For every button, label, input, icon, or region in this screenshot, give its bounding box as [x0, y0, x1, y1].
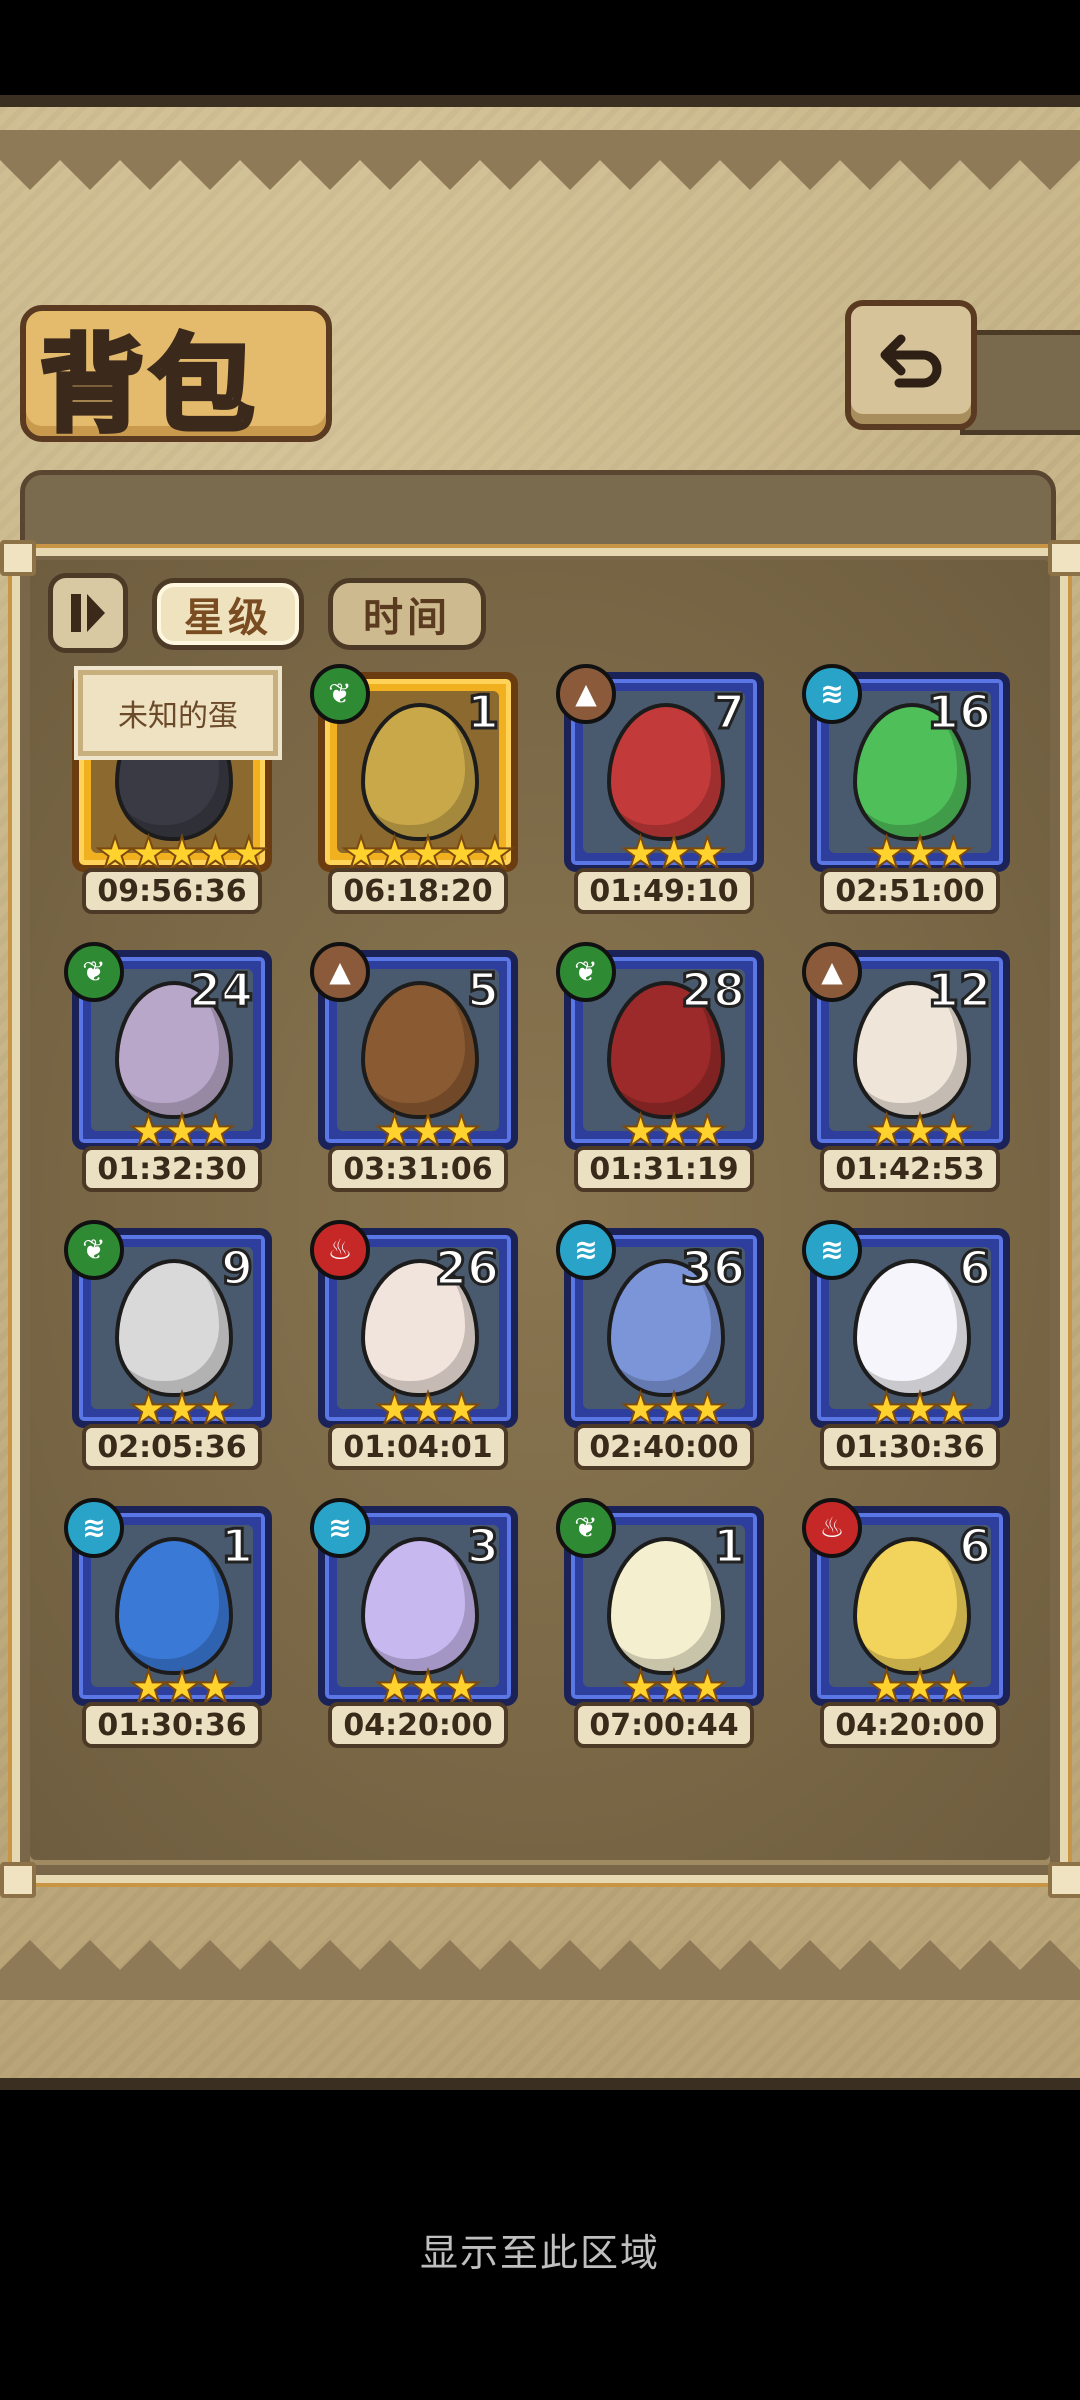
earth-glyph-icon: ▲	[575, 677, 597, 710]
grass-glyph-icon: ❦	[328, 677, 352, 710]
region-caption: 显示至此区域	[419, 2231, 660, 2275]
egg-slot[interactable]: 26 ★★★ ♨ 01:04:01	[310, 1220, 518, 1478]
egg-count: 7	[711, 684, 746, 741]
egg-count: 9	[219, 1240, 254, 1297]
water-element-icon: ≋	[802, 664, 862, 724]
egg-slot[interactable]: 28 ★★★ ❦ 01:31:19	[556, 942, 764, 1200]
hatch-timer: 04:20:00	[328, 1702, 508, 1748]
panel-header	[20, 470, 1056, 560]
water-element-icon: ≋	[802, 1220, 862, 1280]
panel-corner	[1048, 1862, 1080, 1898]
egg-slot[interactable]: 24 ★★★ ❦ 01:32:30	[64, 942, 272, 1200]
earth-element-icon: ▲	[556, 664, 616, 724]
egg-count: 16	[925, 684, 992, 741]
egg-slot[interactable]: 36 ★★★ ≋ 02:40:00	[556, 1220, 764, 1478]
fire-element-icon: ♨	[802, 1498, 862, 1558]
egg-count: 28	[679, 962, 746, 1019]
egg-slot[interactable]: 9 ★★★ ❦ 02:05:36	[64, 1220, 272, 1478]
hatch-timer: 03:31:06	[328, 1146, 508, 1192]
egg-count: 6	[957, 1518, 992, 1575]
grass-glyph-icon: ❦	[82, 955, 106, 988]
egg-slot[interactable]: 6 ★★★ ≋ 01:30:36	[802, 1220, 1010, 1478]
hatch-timer: 01:31:19	[574, 1146, 754, 1192]
panel-corner	[1048, 540, 1080, 576]
water-element-icon: ≋	[64, 1498, 124, 1558]
hatch-timer: 01:32:30	[82, 1146, 262, 1192]
fire-glyph-icon: ♨	[327, 1233, 353, 1266]
egg-count: 1	[219, 1518, 254, 1575]
water-glyph-icon: ≋	[820, 677, 844, 710]
egg-slot[interactable]: 1 ★★★ ≋ 01:30:36	[64, 1498, 272, 1756]
grass-element-icon: ❦	[556, 1498, 616, 1558]
pause-button[interactable]	[48, 573, 128, 653]
water-element-icon: ≋	[310, 1498, 370, 1558]
grass-glyph-icon: ❦	[82, 1233, 106, 1266]
egg-slot[interactable]: 1 ★★★ ❦ 07:00:44	[556, 1498, 764, 1756]
panel-corner	[0, 1862, 36, 1898]
page-title: 背包	[37, 321, 261, 449]
panel-corner	[0, 540, 36, 576]
egg-count: 6	[957, 1240, 992, 1297]
status-bar-area	[0, 0, 1080, 95]
earth-element-icon: ▲	[310, 942, 370, 1002]
water-element-icon: ≋	[556, 1220, 616, 1280]
egg-slot[interactable]: 7 ★★★ ▲ 01:49:10	[556, 664, 764, 922]
header-bar	[960, 330, 1080, 435]
water-glyph-icon: ≋	[820, 1233, 844, 1266]
fire-element-icon: ♨	[310, 1220, 370, 1280]
hatch-timer: 02:40:00	[574, 1424, 754, 1470]
hatch-timer: 01:30:36	[82, 1702, 262, 1748]
hatch-timer: 06:18:20	[328, 868, 508, 914]
earth-element-icon: ▲	[802, 942, 862, 1002]
torn-edge-bottom	[0, 1940, 1080, 2000]
water-glyph-icon: ≋	[574, 1233, 598, 1266]
hatch-timer: 01:30:36	[820, 1424, 1000, 1470]
item-tooltip: 未知的蛋	[78, 670, 278, 756]
egg-count: 12	[925, 962, 992, 1019]
back-button[interactable]	[845, 300, 977, 430]
egg-count: 3	[465, 1518, 500, 1575]
grass-element-icon: ❦	[556, 942, 616, 1002]
torn-edge-top	[0, 130, 1080, 190]
hatch-timer: 01:04:01	[328, 1424, 508, 1470]
egg-slot[interactable]: 3 ★★★ ≋ 04:20:00	[310, 1498, 518, 1756]
hatch-timer: 07:00:44	[574, 1702, 754, 1748]
water-glyph-icon: ≋	[328, 1511, 352, 1544]
pause-play-icon	[71, 594, 105, 632]
earth-glyph-icon: ▲	[821, 955, 843, 988]
egg-count: 1	[711, 1518, 746, 1575]
egg-slot[interactable]: 6 ★★★ ♨ 04:20:00	[802, 1498, 1010, 1756]
egg-count: 5	[465, 962, 500, 1019]
hatch-timer: 02:05:36	[82, 1424, 262, 1470]
egg-count: 1	[465, 684, 500, 741]
egg-slot[interactable]: 16 ★★★ ≋ 02:51:00	[802, 664, 1010, 922]
hatch-timer: 01:49:10	[574, 868, 754, 914]
egg-count: 26	[433, 1240, 500, 1297]
hatch-timer: 01:42:53	[820, 1146, 1000, 1192]
egg-slot[interactable]: 5 ★★★ ▲ 03:31:06	[310, 942, 518, 1200]
tab-star-rating[interactable]: 星级	[152, 578, 304, 650]
return-icon	[880, 334, 942, 388]
water-glyph-icon: ≋	[82, 1511, 106, 1544]
hatch-timer: 09:56:36	[82, 868, 262, 914]
grass-element-icon: ❦	[310, 664, 370, 724]
earth-glyph-icon: ▲	[329, 955, 351, 988]
grass-element-icon: ❦	[64, 942, 124, 1002]
egg-count: 24	[187, 962, 254, 1019]
grass-glyph-icon: ❦	[574, 1511, 598, 1544]
egg-slot[interactable]: 1 ★★★★★ ❦ 06:18:20	[310, 664, 518, 922]
tab-time[interactable]: 时间	[328, 578, 486, 650]
hatch-timer: 04:20:00	[820, 1702, 1000, 1748]
grass-glyph-icon: ❦	[574, 955, 598, 988]
fire-glyph-icon: ♨	[819, 1511, 845, 1544]
grass-element-icon: ❦	[64, 1220, 124, 1280]
egg-count: 36	[679, 1240, 746, 1297]
egg-slot[interactable]: 12 ★★★ ▲ 01:42:53	[802, 942, 1010, 1200]
hatch-timer: 02:51:00	[820, 868, 1000, 914]
